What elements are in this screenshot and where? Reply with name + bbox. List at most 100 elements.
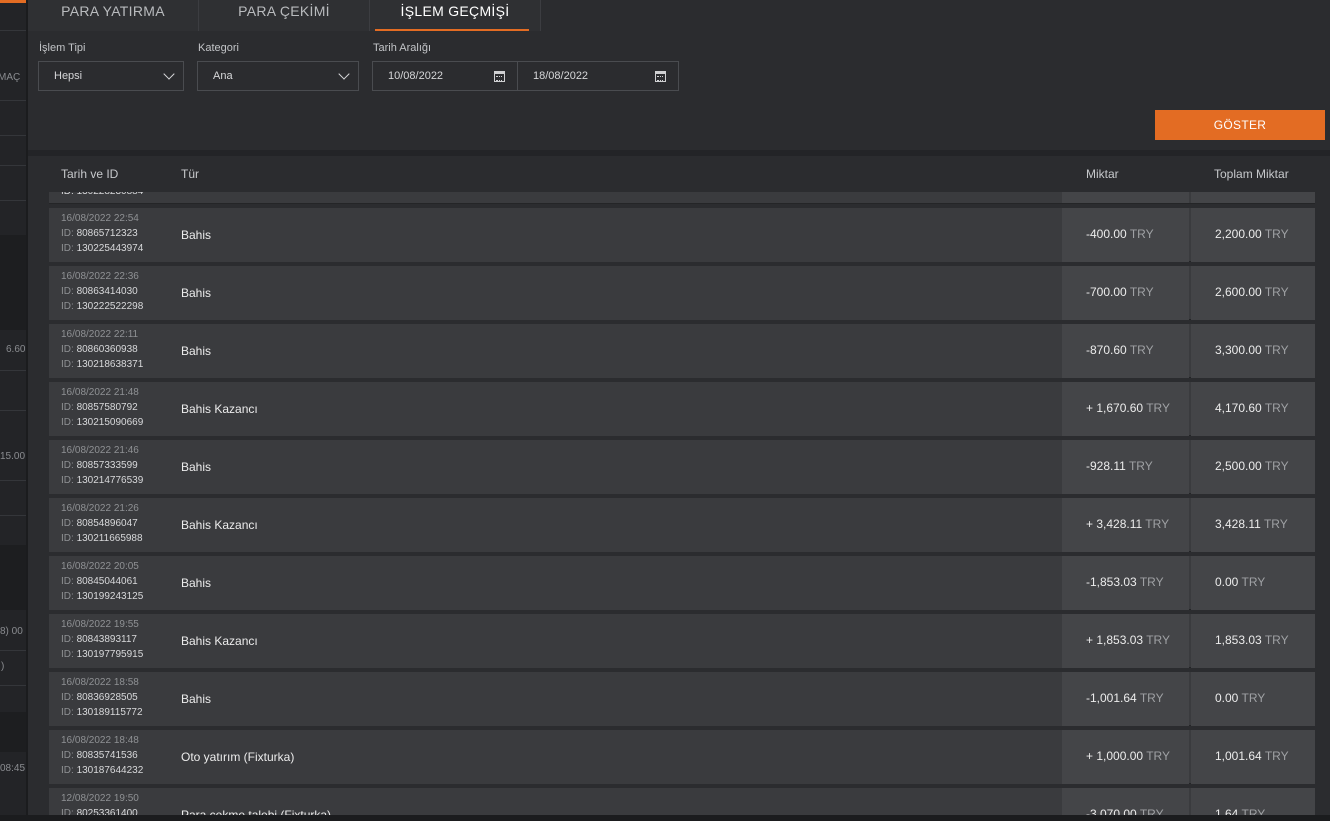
table-row[interactable]: 16/08/2022 18:58 ID: 80836928505 ID: 13018… (49, 672, 1315, 726)
transaction-id-secondary: ID: 130225443974 (61, 243, 144, 254)
total-amount: 2,600.00 TRY (1215, 285, 1289, 299)
background-text-fragment: ) (1, 661, 5, 672)
total-amount: 1.64 TRY (1215, 807, 1265, 815)
currency: TRY (1264, 633, 1289, 647)
tab-transaction-history[interactable]: İŞLEM GEÇMİŞİ (370, 0, 541, 31)
transaction-id: ID: 80857333599 (61, 460, 138, 471)
total-cell: 1,853.03 TRY (1191, 614, 1315, 668)
table-row[interactable]: 12/08/2022 19:50 ID: 80253361400 Para çekm… (49, 788, 1315, 815)
transaction-date: 16/08/2022 18:58 (61, 677, 139, 688)
category-select[interactable]: Ana (197, 61, 359, 91)
currency: TRY (1264, 401, 1289, 415)
amount-cell: -928.11 TRY (1062, 440, 1189, 494)
tab-withdraw[interactable]: PARA ÇEKİMİ (199, 0, 370, 31)
transaction-type-select[interactable]: Hepsi (38, 61, 184, 91)
calendar-icon[interactable] (655, 71, 666, 82)
transaction-amount: + 3,428.11 TRY (1086, 517, 1170, 531)
transaction-id-secondary: ID: 130189115772 (61, 707, 143, 718)
show-button[interactable]: GÖSTER (1155, 110, 1325, 140)
row-info-cell: 16/08/2022 21:26 ID: 80854896047 ID: 13021… (49, 498, 1062, 552)
transaction-type: Bahis (181, 286, 212, 300)
table-row[interactable]: 16/08/2022 18:48 ID: 80835741536 ID: 13018… (49, 730, 1315, 784)
transaction-type: Bahis Kazancı (181, 634, 258, 648)
total-amount: 2,500.00 TRY (1215, 459, 1289, 473)
currency: TRY (1263, 517, 1288, 531)
currency: TRY (1241, 691, 1266, 705)
transaction-id-secondary: ID: 130222522298 (61, 301, 144, 312)
currency: TRY (1264, 459, 1289, 473)
row-info-cell: 16/08/2022 22:11 ID: 80860360938 ID: 13021… (49, 324, 1062, 378)
background-text-fragment: 08:45 (0, 763, 26, 774)
total-amount: 1,853.03 TRY (1215, 633, 1289, 647)
transaction-type: Oto yatırım (Fixturka) (181, 750, 295, 764)
calendar-icon[interactable] (494, 71, 505, 82)
date-from-input[interactable]: 10/08/2022 (372, 61, 518, 91)
header-type: Tür (181, 167, 199, 181)
currency: TRY (1129, 343, 1154, 357)
transaction-date: 16/08/2022 18:48 (61, 735, 139, 746)
table-row[interactable]: 16/08/2022 22:36 ID: 80863414030 ID: 13022… (49, 266, 1315, 320)
table-row[interactable]: 16/08/2022 22:54 ID: 80865712323 ID: 13022… (49, 208, 1315, 262)
transaction-id: ID: 80857580792 (61, 402, 138, 413)
transaction-id: ID: 80836928505 (61, 692, 138, 703)
table-row[interactable]: 16/08/2022 22:11 ID: 80860360938 ID: 13021… (49, 324, 1315, 378)
category-value: Ana (213, 70, 233, 82)
transaction-id: ID: 130228230884 (61, 192, 143, 197)
chevron-down-icon (338, 68, 350, 80)
total-amount: 0.00 TRY (1215, 691, 1266, 705)
date-to-input[interactable]: 18/08/2022 (517, 61, 679, 91)
transaction-id: ID: 80865712323 (61, 228, 138, 239)
currency: TRY (1146, 633, 1170, 647)
transaction-amount: -928.11 TRY (1086, 459, 1153, 473)
amount-cell: -870.60 TRY (1062, 324, 1189, 378)
total-amount: 1,001.64 TRY (1215, 749, 1289, 763)
tab-deposit[interactable]: PARA YATIRMA (28, 0, 199, 31)
amount-cell: -3,070.00 TRY (1062, 788, 1189, 815)
transaction-date: 16/08/2022 22:36 (61, 271, 139, 282)
table-row[interactable]: 16/08/2022 21:46 ID: 80857333599 ID: 13021… (49, 440, 1315, 494)
bottom-edge (0, 815, 1330, 821)
currency: TRY (1264, 343, 1289, 357)
total-amount: 2,200.00 TRY (1215, 227, 1289, 241)
currency: TRY (1146, 401, 1170, 415)
currency: TRY (1129, 285, 1154, 299)
transaction-type: Bahis Kazancı (181, 402, 258, 416)
transaction-history-modal: PARA YATIRMA PARA ÇEKİMİ İŞLEM GEÇMİŞİ İ… (28, 0, 1330, 815)
transaction-amount: + 1,853.03 TRY (1086, 633, 1170, 647)
background-text-fragment: 15.00 (0, 451, 26, 462)
row-info-cell: 16/08/2022 19:55 ID: 80843893117 ID: 13019… (49, 614, 1062, 668)
transaction-date: 16/08/2022 19:55 (61, 619, 139, 630)
table-row[interactable]: 16/08/2022 19:55 ID: 80843893117 ID: 13019… (49, 614, 1315, 668)
table-row[interactable]: 16/08/2022 21:48 ID: 80857580792 ID: 13021… (49, 382, 1315, 436)
amount-cell: + 3,428.11 TRY (1062, 498, 1189, 552)
currency: TRY (1264, 227, 1289, 241)
table-header: Tarih ve ID Tür Miktar Toplam Miktar (30, 156, 1328, 192)
transaction-date: 12/08/2022 19:50 (61, 793, 139, 804)
transaction-amount: + 1,670.60 TRY (1086, 401, 1170, 415)
transaction-id: ID: 80253361400 (61, 808, 138, 815)
amount-cell: -700.00 TRY (1062, 266, 1189, 320)
row-info-cell: 12/08/2022 19:50 ID: 80253361400 Para çekm… (49, 788, 1062, 815)
filter-bar: İşlem Tipi Hepsi Kategori Ana Tarih Aral… (28, 40, 1330, 100)
date-from-value: 10/08/2022 (388, 70, 444, 82)
background-text-fragment: 6.60 (6, 344, 26, 355)
transaction-type-value: Hepsi (54, 70, 83, 82)
chevron-down-icon (163, 68, 175, 80)
date-range-label: Tarih Aralığı (373, 42, 432, 54)
amount-cell: + 1,853.03 TRY (1062, 614, 1189, 668)
transaction-amount: -3,070.00 TRY (1086, 807, 1164, 815)
table-body[interactable]: ID: 130228230884 16/08/2022 22:54 ID: 808… (30, 192, 1328, 815)
transaction-date: 16/08/2022 20:05 (61, 561, 139, 572)
total-amount: 0.00 TRY (1215, 575, 1266, 589)
total-cell: 2,200.00 TRY (1191, 208, 1315, 262)
table-row-partial: ID: 130228230884 (49, 192, 1315, 204)
transaction-id-secondary: ID: 130214776539 (61, 475, 144, 486)
table-row[interactable]: 16/08/2022 21:26 ID: 80854896047 ID: 13021… (49, 498, 1315, 552)
total-cell: 1,001.64 TRY (1191, 730, 1315, 784)
transaction-type: Bahis (181, 692, 212, 706)
currency: TRY (1128, 459, 1153, 473)
row-info-cell: 16/08/2022 21:48 ID: 80857580792 ID: 13021… (49, 382, 1062, 436)
table-row[interactable]: 16/08/2022 20:05 ID: 80845044061 ID: 13019… (49, 556, 1315, 610)
transaction-id: ID: 80843893117 (61, 634, 137, 645)
total-cell: 2,500.00 TRY (1191, 440, 1315, 494)
